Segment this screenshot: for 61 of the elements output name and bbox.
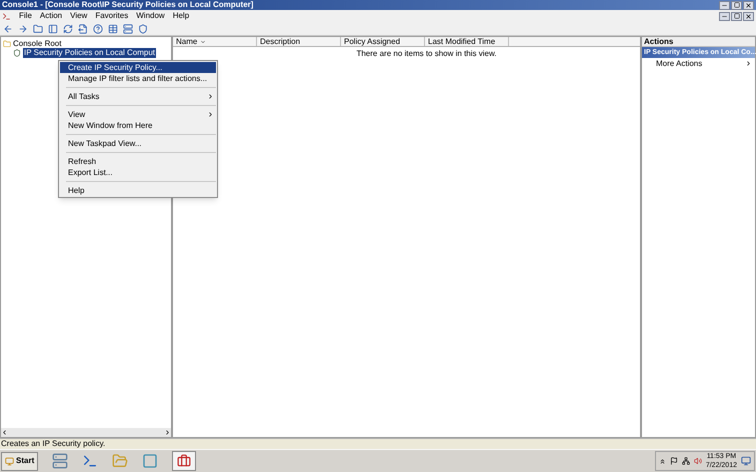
action-item[interactable]: More Actions bbox=[642, 58, 755, 69]
taskbar-app-button[interactable] bbox=[172, 451, 196, 471]
minimize-button[interactable] bbox=[719, 0, 730, 10]
scroll-right-icon[interactable] bbox=[164, 429, 171, 436]
menu-item[interactable]: Action bbox=[40, 12, 62, 20]
start-button[interactable]: Start bbox=[1, 452, 38, 470]
server-manager-icon[interactable] bbox=[52, 453, 68, 469]
chevron-icon[interactable] bbox=[658, 458, 666, 464]
actions-title: Actions bbox=[642, 37, 755, 47]
export-icon[interactable] bbox=[77, 23, 88, 34]
terminal-icon[interactable] bbox=[82, 453, 98, 469]
close-button[interactable] bbox=[743, 12, 754, 20]
shield-icon[interactable] bbox=[137, 23, 148, 34]
forward-icon[interactable] bbox=[17, 23, 28, 34]
window-title: Console1 - [Console Root\IP Security Policies on Local Computer] bbox=[2, 1, 254, 9]
tree-item[interactable]: IP Security Policies on Local Comput bbox=[23, 48, 156, 58]
tree-item[interactable]: Console Root bbox=[13, 40, 62, 48]
menu-item[interactable]: Help bbox=[172, 12, 190, 20]
menu-item[interactable]: Window bbox=[136, 12, 165, 20]
status-text: Creates an IP Security policy. bbox=[1, 440, 106, 448]
help-icon[interactable] bbox=[92, 23, 103, 34]
horizontal-scrollbar[interactable] bbox=[1, 428, 171, 437]
minimize-button[interactable] bbox=[719, 12, 730, 20]
close-button[interactable] bbox=[743, 0, 754, 10]
panel-icon[interactable] bbox=[47, 23, 58, 34]
speaker-icon[interactable] bbox=[694, 457, 702, 465]
refresh-icon[interactable] bbox=[62, 23, 73, 34]
menu-item[interactable]: Manage IP filter lists and filter actions... bbox=[60, 73, 216, 84]
maximize-button[interactable] bbox=[731, 12, 742, 20]
maximize-button[interactable] bbox=[731, 0, 742, 10]
menu-item[interactable]: File bbox=[19, 12, 32, 20]
empty-message: There are no items to show in this view. bbox=[356, 50, 497, 58]
menu-item[interactable]: View bbox=[60, 109, 216, 120]
scroll-left-icon[interactable] bbox=[1, 429, 8, 436]
menu-item[interactable]: Help bbox=[60, 185, 216, 196]
menu-item[interactable]: New Window from Here bbox=[60, 120, 216, 131]
column-header[interactable]: Last Modified Time bbox=[425, 37, 509, 46]
column-header[interactable]: Description bbox=[257, 37, 341, 46]
briefcase-icon bbox=[177, 454, 192, 468]
menu-item[interactable]: Create IP Security Policy... bbox=[60, 62, 216, 73]
start-logo-icon bbox=[5, 456, 14, 466]
menu-item[interactable]: New Taskpad View... bbox=[60, 138, 216, 149]
back-icon[interactable] bbox=[2, 23, 13, 34]
folder-icon[interactable] bbox=[32, 23, 43, 34]
menu-item[interactable]: Favorites bbox=[95, 12, 128, 20]
menu-item[interactable]: Export List... bbox=[60, 167, 216, 178]
desktop-icon[interactable] bbox=[741, 456, 751, 466]
network-icon[interactable] bbox=[682, 457, 690, 465]
close-icon bbox=[745, 12, 752, 20]
menu-item[interactable]: All Tasks bbox=[60, 91, 216, 102]
table-icon[interactable] bbox=[107, 23, 118, 34]
column-header[interactable]: Policy Assigned bbox=[341, 37, 425, 46]
menu-item[interactable]: View bbox=[70, 12, 88, 20]
server-icon[interactable] bbox=[122, 23, 133, 34]
flag-icon[interactable] bbox=[670, 457, 678, 465]
folder-icon bbox=[3, 40, 11, 48]
console-icon bbox=[2, 12, 11, 20]
menu-item[interactable]: Refresh bbox=[60, 156, 216, 167]
column-header[interactable]: Name bbox=[173, 37, 257, 46]
close-icon bbox=[745, 2, 752, 8]
shield-icon bbox=[13, 49, 21, 57]
